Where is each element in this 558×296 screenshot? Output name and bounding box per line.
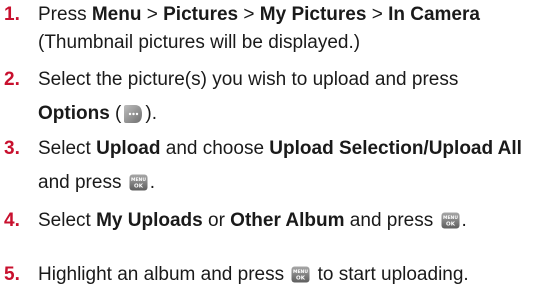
menu-path-item: Menu	[91, 4, 142, 25]
step-number: 4.	[4, 210, 20, 231]
step-text-line: and press MENU OK.	[38, 172, 156, 193]
step-text-line: Select Upload and choose Upload Selectio…	[38, 138, 522, 159]
step-text-line: Select the picture(s) you wish to upload…	[38, 69, 459, 90]
menu-ok-key-icon: MENU OK	[129, 174, 148, 191]
softkey-label: Options	[38, 103, 110, 124]
step-text-line: (Thumbnail pictures will be displayed.)	[38, 32, 361, 53]
step-number: 3.	[4, 138, 20, 159]
menu-path-item: My Pictures	[259, 4, 367, 25]
svg-text:MENU: MENU	[443, 215, 458, 221]
step-number: 5.	[4, 264, 20, 285]
menu-option: Other Album	[230, 210, 345, 231]
svg-text:OK: OK	[296, 276, 306, 282]
step-number: 1.	[4, 4, 20, 25]
step-text-line: Press Menu > Pictures > My Pictures > In…	[38, 4, 480, 25]
menu-ok-key-icon: MENU OK	[291, 266, 310, 283]
menu-option: My Uploads	[96, 210, 203, 231]
step-text-line: Select My Uploads or Other Album and pre…	[38, 210, 467, 231]
menu-ok-key-icon: MENU OK	[441, 212, 460, 229]
instruction-document: 1. Press Menu > Pictures > My Pictures >…	[0, 0, 558, 296]
svg-text:MENU: MENU	[131, 177, 146, 183]
menu-path-item: Pictures	[163, 4, 239, 25]
step-text-line: Options ().	[38, 103, 157, 124]
svg-text:OK: OK	[134, 184, 144, 190]
svg-text:MENU: MENU	[293, 269, 308, 275]
menu-option: Upload	[96, 138, 161, 159]
menu-path-item: In Camera	[388, 4, 480, 25]
step-number: 2.	[4, 69, 20, 90]
menu-option: Upload Selection/Upload All	[269, 138, 522, 159]
svg-text:OK: OK	[446, 222, 456, 228]
step-text-line: Highlight an album and press MENU OK to s…	[38, 264, 469, 285]
options-softkey-icon	[123, 104, 143, 124]
